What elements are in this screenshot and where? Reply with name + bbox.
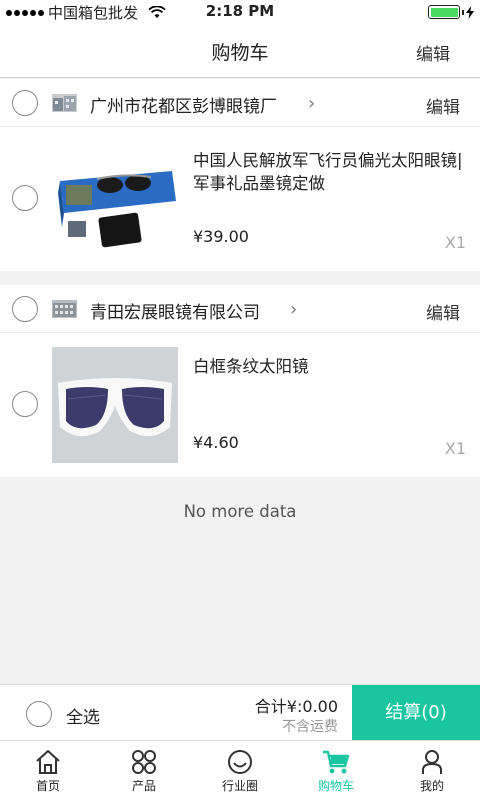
cart-item[interactable]: 中国人民解放军飞行员偏光太阳眼镜|军事礼品墨镜定做 ¥39.00 X1 [0, 127, 480, 271]
product-price: ¥4.60 [193, 433, 239, 452]
tab-industry[interactable]: 行业圈 [192, 741, 288, 800]
tab-home[interactable]: 首页 [0, 741, 96, 800]
select-all-label[interactable]: 全选 [66, 703, 100, 728]
battery-tip [462, 9, 464, 15]
edit-button[interactable]: 编辑 [416, 40, 450, 65]
tab-me[interactable]: 我的 [384, 741, 480, 800]
cart-item[interactable]: 白框条纹太阳镜 ¥4.60 X1 [0, 333, 480, 477]
product-quantity: X1 [444, 233, 466, 252]
product-image[interactable] [52, 347, 178, 463]
product-price: ¥39.00 [193, 227, 249, 246]
page-title: 购物车 [211, 42, 269, 64]
shop-name[interactable]: 广州市花都区彭博眼镜厂 [90, 92, 277, 117]
grid-icon [132, 750, 156, 774]
tab-label: 首页 [35, 779, 60, 793]
smile-icon [228, 750, 252, 774]
shipping-note: 不含运费 [282, 719, 338, 735]
product-title[interactable]: 白框条纹太阳镜 [193, 355, 473, 378]
product-image[interactable] [52, 141, 178, 257]
product-quantity: X1 [444, 439, 466, 458]
tab-label: 产品 [131, 779, 156, 793]
status-right [428, 5, 474, 19]
tab-label: 行业圈 [221, 779, 258, 793]
shop-logo-icon [52, 94, 77, 112]
tab-label: 购物车 [317, 779, 354, 793]
user-icon [422, 750, 442, 774]
shop-edit-button[interactable]: 编辑 [426, 299, 460, 324]
select-all-checkbox[interactable] [26, 701, 52, 727]
product-title[interactable]: 中国人民解放军飞行员偏光太阳眼镜|军事礼品墨镜定做 [193, 149, 473, 195]
shop-name[interactable]: 青田宏展眼镜有限公司 [90, 298, 260, 323]
checkout-button[interactable]: 结算(0) [352, 685, 480, 741]
status-time: 2:18 PM [205, 2, 275, 20]
tab-products[interactable]: 产品 [96, 741, 192, 800]
section-divider [0, 271, 480, 285]
home-icon [36, 750, 60, 774]
checkout-bar: 全选 合计¥:0.00 不含运费 结算(0) [0, 684, 480, 741]
chevron-right-icon[interactable]: › [290, 299, 297, 320]
chevron-right-icon[interactable]: › [308, 93, 315, 114]
status-bar: 中国箱包批发 2:18 PM [0, 0, 480, 24]
battery-icon [428, 5, 460, 19]
shop-edit-button[interactable]: 编辑 [426, 93, 460, 118]
shop-select-checkbox[interactable] [12, 90, 38, 116]
charging-bolt-icon [466, 5, 474, 19]
shop-logo-icon [52, 300, 77, 318]
shop-header: 广州市花都区彭博眼镜厂 › 编辑 [0, 79, 480, 127]
item-select-checkbox[interactable] [12, 391, 38, 417]
tab-label: 我的 [419, 779, 444, 793]
cart-icon [323, 750, 350, 774]
item-select-checkbox[interactable] [12, 185, 38, 211]
no-more-data-label: No more data [0, 477, 480, 557]
total-price: 合计¥:0.00 [254, 697, 338, 716]
cart-list: 广州市花都区彭博眼镜厂 › 编辑 中国人民解放军飞行员偏光太阳眼镜|军事礼品墨镜… [0, 79, 480, 557]
nav-bar: 购物车 编辑 [0, 24, 480, 78]
shop-header: 青田宏展眼镜有限公司 › 编辑 [0, 285, 480, 333]
tab-cart[interactable]: 购物车 [288, 741, 384, 800]
tab-bar: 首页 产品 行业圈 购物车 我的 [0, 740, 480, 800]
shop-select-checkbox[interactable] [12, 296, 38, 322]
